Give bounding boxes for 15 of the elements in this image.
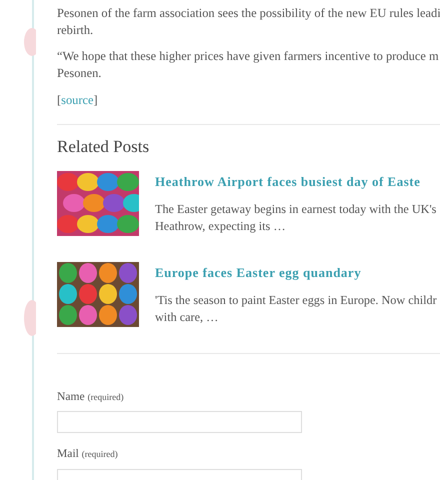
post-excerpt: 'Tis the season to paint Easter eggs in Europe. Now childr with care, … (155, 292, 437, 326)
field-label: Mail (required) (57, 446, 119, 462)
section-heading: Related Posts (57, 136, 150, 157)
field-label: Name (required) (57, 389, 125, 405)
paragraph: Pesonen of the farm association sees the possibility of the new EU rules leadi rebirth. (57, 5, 440, 39)
post-title-link[interactable]: Europe faces Easter egg quandary (155, 263, 437, 282)
circle-decoration (24, 300, 36, 336)
circle-decoration (24, 28, 36, 56)
input-field[interactable] (57, 411, 302, 434)
source-link[interactable]: source (61, 93, 94, 107)
post-title-link[interactable]: Heathrow Airport faces busiest day of Easte (155, 172, 436, 192)
post-excerpt: The Easter getaway begins in earnest today with the UK's Heathrow, expecting its … (155, 200, 436, 234)
bracket: ] (93, 93, 98, 107)
bracket: [ (57, 93, 62, 107)
paragraph: “We hope that these higher prices have given farmers incentive to produce m Pesonen. (57, 48, 440, 82)
